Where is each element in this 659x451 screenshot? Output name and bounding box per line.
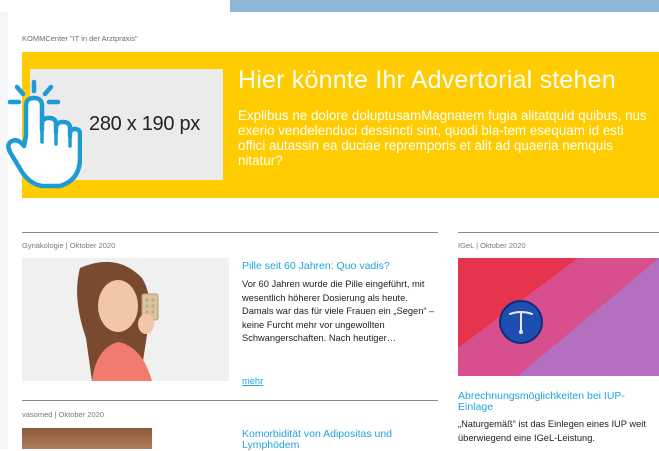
ad-title[interactable]: Hier könnte Ihr Advertorial stehen (238, 66, 616, 95)
article-title[interactable]: Abrechnungsmöglichkeiten bei IUP-Einlage (458, 391, 658, 413)
hand-pointer-click-icon (6, 79, 82, 189)
read-more-link[interactable]: mehr (242, 376, 263, 386)
article-title[interactable]: Pille seit 60 Jahren: Quo vadis? (242, 261, 432, 272)
article-title[interactable]: Komorbidität von Adipositas und Lymphöde… (242, 429, 422, 451)
top-bar-left (0, 0, 230, 12)
ad-body: Explibus ne dolore doluptusamMagnatem fu… (238, 108, 647, 168)
woman-with-pill-photo (22, 258, 229, 381)
article-category: Gynäkologie | Oktober 2020 (22, 241, 116, 250)
article-teaser: „Naturgemäß“ ist das Einlegen eines IUP … (458, 419, 646, 443)
article-image-pill[interactable] (22, 258, 229, 381)
article-category: IGeL | Oktober 2020 (458, 241, 526, 250)
article-category: vasomed | Oktober 2020 (22, 410, 104, 419)
sponsor-label: KOMMCenter "IT in der Arztpraxis" (22, 34, 138, 43)
article-image-adipositas[interactable] (22, 428, 152, 449)
top-bar-banner (230, 0, 659, 12)
section-divider-left-2 (22, 400, 438, 401)
section-divider-right (458, 232, 659, 233)
advertorial-banner[interactable]: 280 x 190 px Hier könnte Ihr Advertorial… (22, 52, 659, 198)
section-divider-left (22, 232, 438, 233)
iud-photo (458, 258, 659, 376)
article-image-iup[interactable] (458, 258, 659, 376)
article-teaser: Vor 60 Jahren wurde die Pille eingeführt… (242, 279, 435, 344)
